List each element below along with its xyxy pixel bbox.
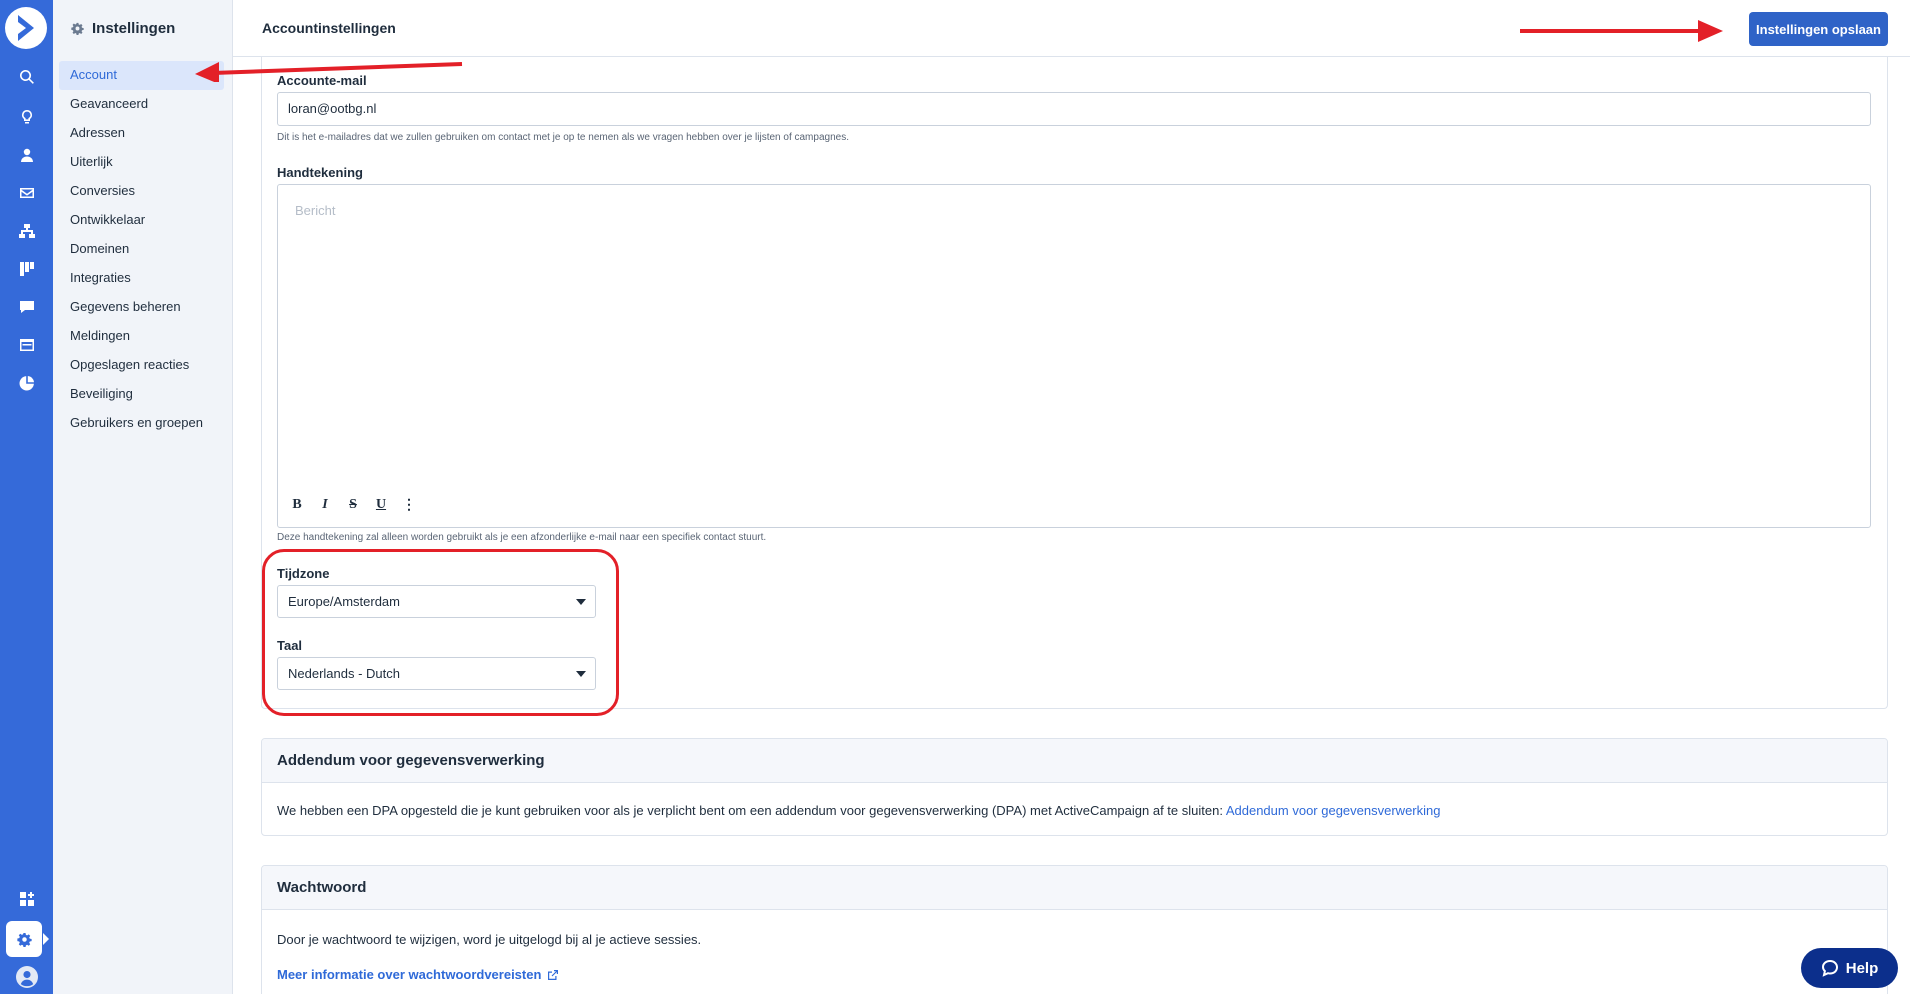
email-help-text: Dit is het e-mailadres dat we zullen geb… bbox=[277, 132, 849, 143]
underline-button[interactable]: U bbox=[370, 495, 392, 515]
apps-icon[interactable] bbox=[0, 884, 53, 914]
chat-bubble-icon bbox=[1821, 959, 1838, 977]
sidebar-item-uiterlijk[interactable]: Uiterlijk bbox=[59, 148, 224, 177]
help-button[interactable]: Help bbox=[1801, 948, 1898, 988]
sidebar-item-ontwikkelaar[interactable]: Ontwikkelaar bbox=[59, 206, 224, 235]
dpa-body: We hebben een DPA opgesteld die je kunt … bbox=[262, 783, 1887, 818]
sidebar-title: Instellingen bbox=[71, 20, 175, 37]
signature-placeholder: Bericht bbox=[295, 203, 336, 218]
annotation-arrow-left bbox=[195, 62, 463, 82]
dpa-title: Addendum voor gegevensverwerking bbox=[262, 739, 1887, 783]
italic-button[interactable]: I bbox=[314, 495, 336, 515]
reports-icon[interactable] bbox=[0, 368, 53, 398]
dpa-text: We hebben een DPA opgesteld die je kunt … bbox=[277, 803, 1226, 818]
email-field[interactable]: loran@ootbg.nl bbox=[277, 92, 1871, 126]
site-icon[interactable] bbox=[0, 330, 53, 360]
gear-icon bbox=[71, 22, 84, 35]
dpa-link[interactable]: Addendum voor gegevensverwerking bbox=[1226, 803, 1441, 818]
app-rail bbox=[0, 0, 53, 994]
signature-editor[interactable]: Bericht B I S U ⋮ bbox=[277, 184, 1871, 528]
pipeline-icon[interactable] bbox=[0, 254, 53, 284]
page-title: Accountinstellingen bbox=[262, 20, 396, 36]
sidebar-item-integraties[interactable]: Integraties bbox=[59, 264, 224, 293]
more-options-icon[interactable]: ⋮ bbox=[398, 495, 420, 515]
settings-sidebar: Instellingen Account Geavanceerd Adresse… bbox=[53, 0, 233, 994]
external-link-icon bbox=[548, 969, 559, 980]
signature-help-text: Deze handtekening zal alleen worden gebr… bbox=[277, 532, 767, 543]
lightbulb-icon[interactable] bbox=[0, 102, 53, 132]
sidebar-item-adressen[interactable]: Adressen bbox=[59, 119, 224, 148]
password-requirements-label: Meer informatie over wachtwoordvereisten bbox=[277, 967, 542, 982]
profile-icon[interactable] bbox=[0, 962, 53, 992]
strikethrough-button[interactable]: S bbox=[342, 495, 364, 515]
sidebar-item-gebruikers-en-groepen[interactable]: Gebruikers en groepen bbox=[59, 409, 224, 438]
settings-nav: Account Geavanceerd Adressen Uiterlijk C… bbox=[59, 61, 224, 438]
save-settings-button[interactable]: Instellingen opslaan bbox=[1749, 12, 1888, 46]
automations-icon[interactable] bbox=[0, 216, 53, 246]
sidebar-item-opgeslagen-reacties[interactable]: Opgeslagen reacties bbox=[59, 351, 224, 380]
sidebar-item-gegevens-beheren[interactable]: Gegevens beheren bbox=[59, 293, 224, 322]
password-body: Door je wachtwoord te wijzigen, word je … bbox=[262, 910, 1887, 982]
bold-button[interactable]: B bbox=[286, 495, 308, 515]
annotation-arrow-right bbox=[1520, 20, 1723, 42]
settings-icon[interactable] bbox=[6, 921, 49, 957]
sidebar-title-text: Instellingen bbox=[92, 20, 176, 37]
logo-icon[interactable] bbox=[5, 7, 47, 49]
sidebar-item-geavanceerd[interactable]: Geavanceerd bbox=[59, 90, 224, 119]
email-icon[interactable] bbox=[0, 178, 53, 208]
password-requirements-link[interactable]: Meer informatie over wachtwoordvereisten bbox=[277, 967, 559, 982]
search-icon[interactable] bbox=[0, 62, 53, 92]
password-title: Wachtwoord bbox=[262, 866, 1887, 910]
password-card: Wachtwoord Door je wachtwoord te wijzige… bbox=[261, 865, 1888, 994]
contacts-icon[interactable] bbox=[0, 140, 53, 170]
help-label: Help bbox=[1845, 959, 1879, 977]
sidebar-item-conversies[interactable]: Conversies bbox=[59, 177, 224, 206]
dpa-card: Addendum voor gegevensverwerking We hebb… bbox=[261, 738, 1888, 836]
sidebar-item-domeinen[interactable]: Domeinen bbox=[59, 235, 224, 264]
sidebar-item-beveiliging[interactable]: Beveiliging bbox=[59, 380, 224, 409]
conversations-icon[interactable] bbox=[0, 292, 53, 322]
password-text: Door je wachtwoord te wijzigen, word je … bbox=[277, 932, 702, 947]
signature-label: Handtekening bbox=[277, 165, 363, 180]
annotation-highlight-box bbox=[262, 549, 619, 716]
sidebar-item-meldingen[interactable]: Meldingen bbox=[59, 322, 224, 351]
editor-toolbar: B I S U ⋮ bbox=[286, 495, 420, 515]
